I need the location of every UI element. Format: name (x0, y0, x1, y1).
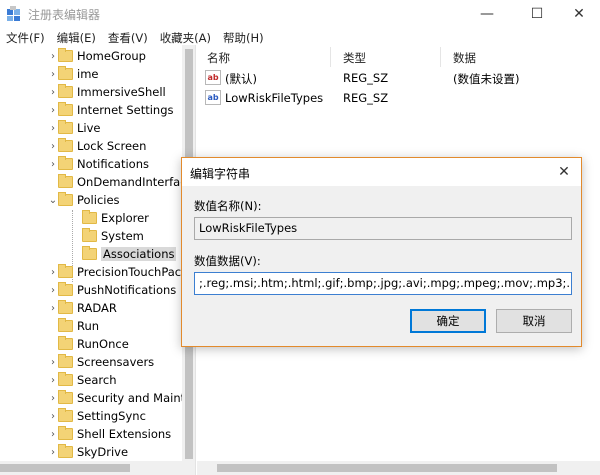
tree-item[interactable]: System (72, 227, 182, 245)
folder-icon (58, 48, 73, 62)
dialog-titlebar: 编辑字符串 ✕ (182, 158, 581, 186)
folder-icon (82, 246, 97, 260)
folder-icon (58, 318, 73, 332)
window-title: 注册表编辑器 (28, 8, 101, 22)
folder-icon (58, 426, 73, 440)
edit-string-dialog: 编辑字符串 ✕ 数值名称(N): LowRiskFileTypes 数值数据(V… (181, 157, 582, 347)
tree-item[interactable]: OnDemandInterfac (48, 173, 195, 191)
menu-edit[interactable]: 编辑(E) (51, 30, 102, 46)
folder-icon (58, 300, 73, 314)
maximize-button[interactable]: ☐ (514, 0, 560, 28)
value-row[interactable]: ab LowRiskFileTypes REG_SZ (203, 89, 593, 107)
menu-file[interactable]: 文件(F) (0, 30, 51, 46)
value-name-label: 数值名称(N): (194, 199, 262, 213)
ok-button[interactable]: 确定 (410, 309, 486, 333)
folder-icon (58, 66, 73, 80)
value-row[interactable]: ab (默认) REG_SZ (数值未设置) (203, 69, 593, 87)
tree-item[interactable]: ⌄ Policies (48, 191, 195, 209)
chevron-right-icon[interactable]: › (48, 119, 58, 137)
tree-item[interactable]: › RADAR (48, 299, 195, 317)
dialog-close-button[interactable]: ✕ (554, 162, 574, 182)
tree-item[interactable]: › ime (48, 65, 195, 83)
tree-item[interactable]: › SkyDrive (48, 443, 195, 461)
window-titlebar: 注册表编辑器 — ☐ ✕ (0, 0, 600, 28)
tree-item[interactable]: › Lock Screen (48, 137, 195, 155)
folder-icon (58, 192, 73, 206)
chevron-right-icon[interactable]: › (48, 281, 58, 299)
tree-item-selected[interactable]: Associations (72, 245, 182, 263)
string-value-icon: ab (205, 70, 221, 85)
folder-icon (58, 372, 73, 386)
registry-editor-icon (7, 6, 20, 21)
chevron-down-icon[interactable]: ⌄ (48, 191, 58, 209)
column-header-name[interactable]: 名称 (207, 50, 230, 66)
chevron-right-icon[interactable]: › (48, 425, 58, 443)
dialog-title: 编辑字符串 (190, 167, 251, 181)
folder-icon (58, 120, 73, 134)
folder-icon (58, 354, 73, 368)
tree-item[interactable]: Run (48, 317, 195, 335)
tree-item[interactable]: › HomeGroup (48, 47, 195, 65)
folder-icon (82, 210, 97, 224)
registry-tree[interactable]: › HomeGroup › ime › ImmersiveShell › Int… (0, 45, 196, 475)
chevron-right-icon[interactable]: › (48, 263, 58, 281)
menu-help[interactable]: 帮助(H) (217, 30, 270, 46)
tree-item[interactable]: › ImmersiveShell (48, 83, 195, 101)
column-divider[interactable] (440, 47, 441, 67)
column-header-data[interactable]: 数据 (453, 50, 476, 66)
tree-horizontal-scrollbar[interactable] (0, 461, 182, 475)
scroll-thumb[interactable] (0, 464, 130, 472)
folder-icon (58, 138, 73, 152)
tree-item[interactable]: Explorer (72, 209, 182, 227)
value-name-field: LowRiskFileTypes (194, 217, 572, 240)
tree-item[interactable]: › Internet Settings (48, 101, 195, 119)
tree-item[interactable]: › SettingSync (48, 407, 195, 425)
tree-item[interactable]: › PrecisionTouchPac (48, 263, 195, 281)
chevron-right-icon[interactable]: › (48, 443, 58, 461)
cancel-button[interactable]: 取消 (496, 309, 572, 333)
folder-icon (82, 228, 97, 242)
menu-favorites[interactable]: 收藏夹(A) (154, 30, 217, 46)
chevron-right-icon[interactable]: › (48, 65, 58, 83)
chevron-right-icon[interactable]: › (48, 47, 58, 65)
folder-icon (58, 84, 73, 98)
chevron-right-icon[interactable]: › (48, 407, 58, 425)
folder-icon (58, 336, 73, 350)
chevron-right-icon[interactable]: › (48, 101, 58, 119)
tree-item[interactable]: › PushNotifications (48, 281, 195, 299)
tree-item[interactable]: › Shell Extensions (48, 425, 195, 443)
tree-item[interactable]: › Notifications (48, 155, 195, 173)
chevron-right-icon[interactable]: › (48, 299, 58, 317)
folder-icon (58, 264, 73, 278)
folder-icon (58, 408, 73, 422)
tree-item[interactable]: › Security and Maint (48, 389, 195, 407)
menu-view[interactable]: 查看(V) (102, 30, 154, 46)
chevron-right-icon[interactable]: › (48, 83, 58, 101)
column-header-type[interactable]: 类型 (343, 50, 366, 66)
tree-item[interactable]: RunOnce (48, 335, 195, 353)
chevron-right-icon[interactable]: › (48, 353, 58, 371)
folder-icon (58, 282, 73, 296)
column-divider[interactable] (330, 47, 331, 67)
chevron-right-icon[interactable]: › (48, 371, 58, 389)
folder-icon (58, 390, 73, 404)
value-data-input[interactable]: ;.reg;.msi;.htm;.html;.gif;.bmp;.jpg;.av… (194, 272, 572, 295)
folder-icon (58, 102, 73, 116)
tree-item[interactable]: › Live (48, 119, 195, 137)
scroll-thumb[interactable] (217, 464, 557, 472)
folder-icon (58, 174, 73, 188)
values-horizontal-scrollbar[interactable] (197, 461, 600, 475)
close-button[interactable]: ✕ (556, 0, 600, 28)
minimize-button[interactable]: — (464, 0, 510, 28)
value-data-label: 数值数据(V): (194, 254, 261, 268)
folder-icon (58, 156, 73, 170)
tree-item[interactable]: › Screensavers (48, 353, 195, 371)
chevron-right-icon[interactable]: › (48, 389, 58, 407)
tree-item[interactable]: › Search (48, 371, 195, 389)
chevron-right-icon[interactable]: › (48, 137, 58, 155)
chevron-right-icon[interactable]: › (48, 155, 58, 173)
binary-value-icon: ab (205, 90, 221, 105)
folder-icon (58, 444, 73, 458)
